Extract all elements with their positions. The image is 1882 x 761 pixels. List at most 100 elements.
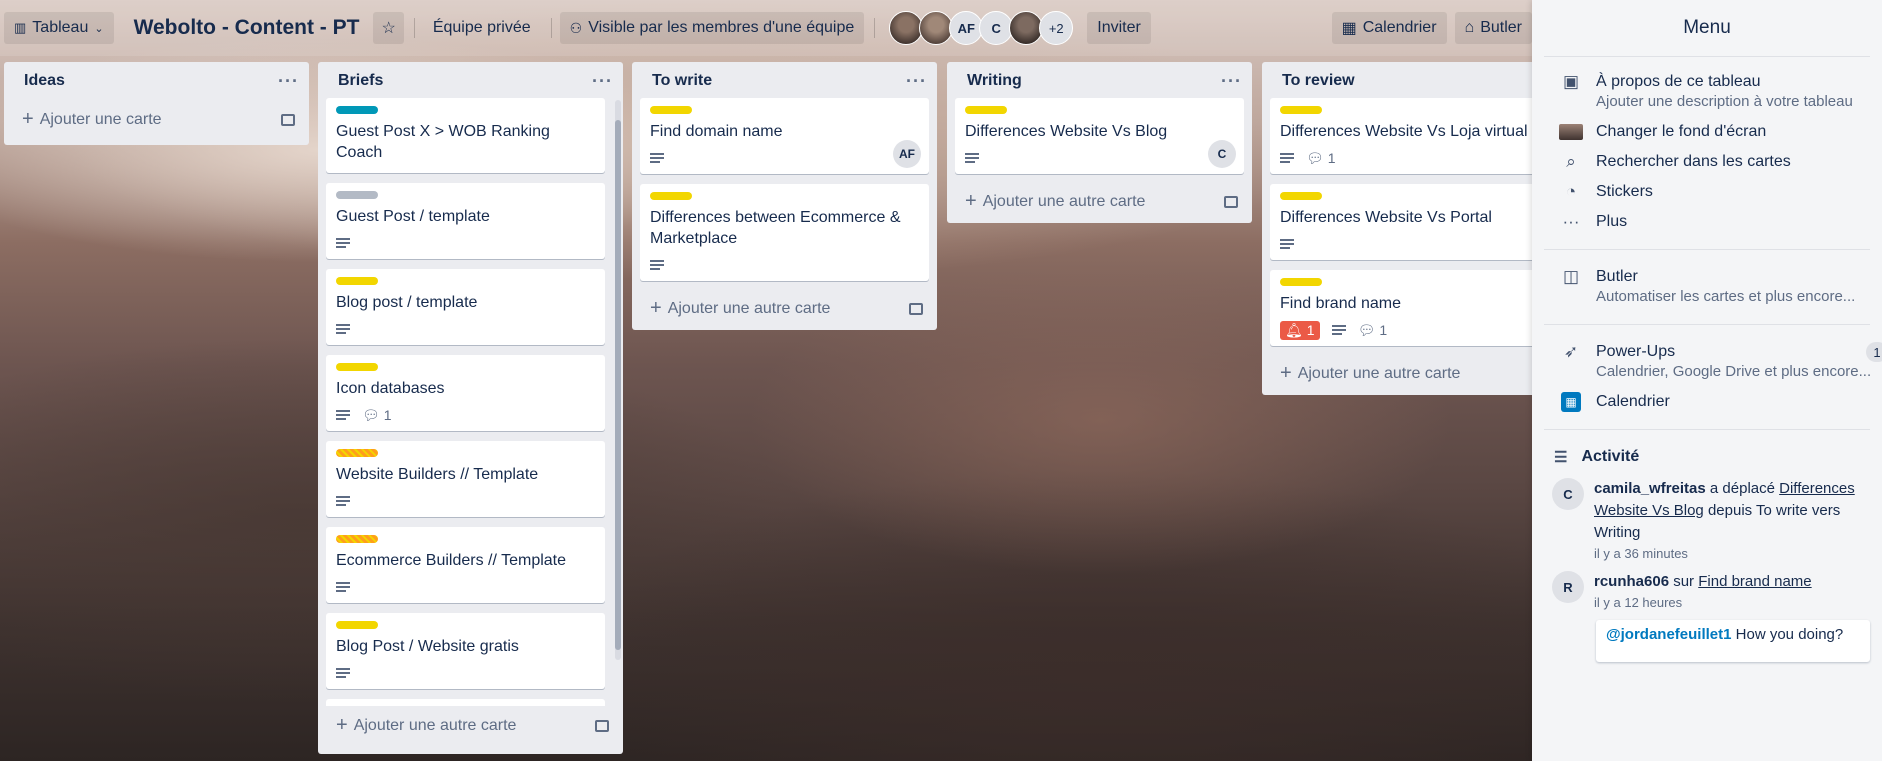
card[interactable]: Find domain name AF	[640, 98, 929, 174]
card-title: Differences Website Vs Blog	[965, 123, 1168, 140]
card-title: Find domain name	[650, 123, 783, 140]
list-to-review: To review ··· Differences Website Vs Loj…	[1262, 62, 1567, 395]
template-icon[interactable]	[595, 719, 609, 732]
list-menu-icon[interactable]: ···	[592, 71, 613, 92]
team-button[interactable]: Équipe privée	[423, 12, 541, 44]
list-menu-icon[interactable]: ···	[278, 71, 299, 92]
menu-item-stickers[interactable]: ◔ Stickers	[1532, 177, 1882, 207]
list-title[interactable]: To write	[652, 72, 712, 90]
plus-icon: +	[22, 108, 34, 130]
divider	[874, 18, 876, 38]
avatar[interactable]: C	[979, 11, 1014, 45]
menu-item-butler[interactable]: ◫ Butler Automatiser les cartes et plus …	[1532, 262, 1882, 312]
menu-item-search[interactable]: ⌕ Rechercher dans les cartes	[1532, 147, 1882, 177]
card[interactable]: Website Builders // Template	[326, 441, 605, 517]
add-card-button[interactable]: + Ajouter une autre carte	[318, 706, 623, 747]
activity-user[interactable]: rcunha606	[1594, 573, 1669, 590]
list-scrollbar[interactable]	[615, 100, 621, 660]
avatar[interactable]: AF	[949, 11, 984, 45]
card[interactable]: Differences Website Vs Blog C	[955, 98, 1244, 174]
add-card-label: Ajouter une autre carte	[982, 192, 1146, 210]
list-menu-icon[interactable]: ···	[1221, 71, 1242, 92]
menu-item-powerups[interactable]: ➶ Power-Ups Calendrier, Google Drive et …	[1532, 337, 1882, 387]
comment-badge: 💬︎ 1	[1357, 321, 1388, 339]
card[interactable]: Icon databases 💬︎ 1	[326, 355, 605, 431]
card-title: Differences Website Vs Portal	[1280, 209, 1492, 226]
butler-button[interactable]: ⌂ Butler	[1454, 12, 1532, 44]
more-members-button[interactable]: +2	[1039, 11, 1074, 45]
menu-item-label: Changer le fond d'écran	[1596, 123, 1767, 140]
add-card-button[interactable]: + Ajouter une autre carte	[1262, 356, 1567, 395]
board-switcher-button[interactable]: ▥ Tableau ⌄	[4, 12, 114, 44]
add-card-label: Ajouter une autre carte	[353, 716, 517, 734]
card[interactable]: Guest Post / template	[326, 183, 605, 259]
activity-timestamp[interactable]: il y a 12 heures	[1594, 595, 1812, 610]
star-button[interactable]: ☆	[373, 12, 404, 44]
card-label	[1280, 278, 1322, 286]
calendar-powerup-button[interactable]: ▦ Calendrier	[1331, 12, 1447, 44]
card-title: Blog Post / Website gratis	[336, 638, 519, 655]
invite-button[interactable]: Inviter	[1087, 12, 1151, 44]
template-icon[interactable]	[909, 302, 923, 315]
comment-mention[interactable]: @jordanefeuillet1	[1606, 626, 1732, 643]
add-card-label: Ajouter une carte	[39, 110, 162, 128]
avatar[interactable]	[889, 11, 924, 45]
avatar[interactable]	[1009, 11, 1044, 45]
card[interactable]: Blog Post / Website gratis	[326, 613, 605, 689]
activity-heading: ☰ Activité	[1554, 448, 1640, 466]
avatar[interactable]: R	[1552, 571, 1584, 603]
comment-icon: 💬︎	[362, 406, 380, 423]
card[interactable]: Differences Website Vs Portal	[1270, 184, 1559, 260]
menu-item-label: Stickers	[1596, 183, 1653, 200]
add-card-button[interactable]: + Ajouter une autre carte	[947, 184, 1252, 223]
avatar[interactable]	[919, 11, 954, 45]
card[interactable]	[326, 699, 605, 706]
list-title[interactable]: Ideas	[24, 72, 65, 90]
list-title[interactable]: To review	[1282, 72, 1355, 90]
card[interactable]: Blog post / template	[326, 269, 605, 345]
menu-item-calendar[interactable]: ▦ Calendrier	[1532, 387, 1882, 417]
comment-icon: 💬︎	[1357, 321, 1376, 338]
description-icon	[336, 581, 350, 593]
add-card-button[interactable]: + Ajouter une autre carte	[632, 291, 937, 330]
calendar-icon: ▦	[1558, 392, 1584, 412]
description-icon	[965, 152, 979, 164]
card[interactable]: Guest Post X > WOB Ranking Coach	[326, 98, 605, 173]
menu-item-about[interactable]: ▣ À propos de ce tableau Ajouter une des…	[1532, 67, 1882, 117]
card-title: Find brand name	[1280, 295, 1401, 312]
menu-item-label: Rechercher dans les cartes	[1596, 153, 1791, 170]
list-title[interactable]: Writing	[967, 72, 1022, 90]
list-title[interactable]: Briefs	[338, 72, 383, 90]
template-icon[interactable]	[281, 113, 295, 126]
card[interactable]: Ecommerce Builders // Template	[326, 527, 605, 603]
menu-item-label: Power-Ups	[1596, 343, 1676, 360]
activity-user[interactable]: camila_wfreitas	[1594, 480, 1706, 497]
template-icon[interactable]	[1224, 195, 1238, 208]
description-icon	[1331, 324, 1346, 336]
menu-item-description: Automatiser les cartes et plus encore...	[1596, 288, 1856, 305]
activity-item: C camila_wfreitas a déplacé Differences …	[1532, 472, 1882, 565]
card[interactable]: Differences between Ecommerce & Marketpl…	[640, 184, 929, 281]
more-icon: ···	[1562, 212, 1580, 231]
card-member-avatar[interactable]: AF	[893, 140, 921, 168]
description-icon	[336, 495, 350, 507]
card[interactable]: Find brand name 🔔︎ 1 💬︎ 1	[1270, 270, 1559, 346]
card-member-avatar[interactable]: C	[1208, 140, 1236, 168]
menu-item-more[interactable]: ··· Plus	[1532, 207, 1882, 237]
board-title[interactable]: Webolto - Content - PT	[128, 16, 366, 40]
visibility-button[interactable]: ⚇ Visible par les membres d'une équipe	[559, 12, 865, 44]
add-card-button[interactable]: + Ajouter une carte	[4, 96, 309, 145]
divider	[413, 18, 415, 38]
divider	[550, 18, 552, 38]
avatar[interactable]: C	[1552, 478, 1584, 510]
menu-item-background[interactable]: Changer le fond d'écran	[1532, 117, 1882, 147]
card-label	[336, 449, 378, 457]
menu-item-label: Plus	[1596, 213, 1628, 230]
sticker-icon: ◔	[1565, 182, 1577, 201]
card[interactable]: Differences Website Vs Loja virtual 💬︎ 1	[1270, 98, 1559, 174]
list-menu-icon[interactable]: ···	[906, 71, 927, 92]
description-icon	[336, 409, 350, 421]
activity-card-link[interactable]: Find brand name	[1698, 573, 1811, 590]
activity-timestamp[interactable]: il y a 36 minutes	[1594, 546, 1870, 561]
plus-icon: +	[1280, 362, 1292, 384]
